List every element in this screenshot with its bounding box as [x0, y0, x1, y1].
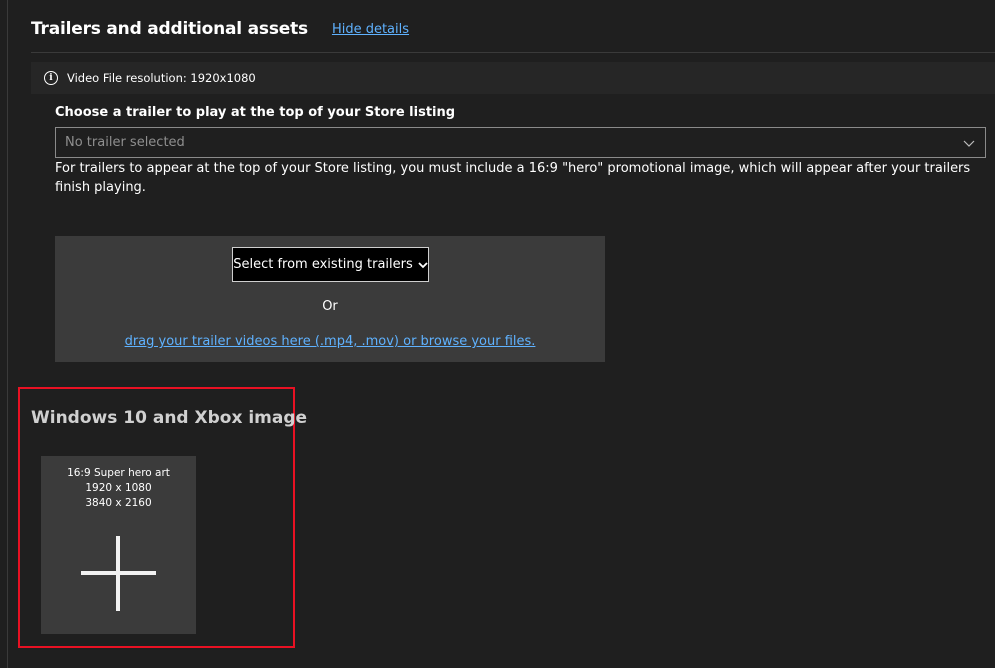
info-text: Video File resolution: 1920x1080	[67, 71, 256, 85]
plus-icon	[81, 536, 156, 611]
trailer-help-text: For trailers to appear at the top of you…	[55, 161, 971, 195]
tile-caption: 16:9 Super hero art 1920 x 1080 3840 x 2…	[41, 466, 196, 511]
or-separator: Or	[322, 299, 338, 314]
existing-trailers-select[interactable]: Select from existing trailers	[232, 247, 429, 282]
trailer-select[interactable]: No trailer selected	[55, 127, 986, 158]
section-header: Trailers and additional assets Hide deta…	[31, 16, 409, 42]
trailer-drop-zone[interactable]: Select from existing trailers Or drag yo…	[55, 236, 605, 362]
chevron-down-icon	[418, 261, 428, 268]
hide-details-link[interactable]: Hide details	[332, 22, 409, 37]
info-bar: i Video File resolution: 1920x1080	[31, 62, 995, 94]
tile-caption-size-2: 3840 x 2160	[85, 497, 152, 509]
section-title: Trailers and additional assets	[31, 19, 308, 39]
super-hero-art-upload-tile[interactable]: 16:9 Super hero art 1920 x 1080 3840 x 2…	[41, 456, 196, 634]
chevron-down-icon	[963, 140, 975, 147]
tile-caption-size-1: 1920 x 1080	[85, 482, 152, 494]
trailer-select-value: No trailer selected	[65, 135, 185, 150]
tile-caption-name: 16:9 Super hero art	[67, 467, 170, 479]
trailers-page: Trailers and additional assets Hide deta…	[0, 0, 995, 668]
header-divider	[31, 52, 995, 53]
image-section-title: Windows 10 and Xbox image	[31, 408, 308, 428]
trailer-chooser-label: Choose a trailer to play at the top of y…	[55, 105, 456, 120]
left-divider	[7, 0, 8, 668]
info-icon: i	[44, 71, 58, 85]
browse-files-link[interactable]: drag your trailer videos here (.mp4, .mo…	[55, 334, 605, 349]
existing-trailers-label: Select from existing trailers	[233, 257, 413, 272]
